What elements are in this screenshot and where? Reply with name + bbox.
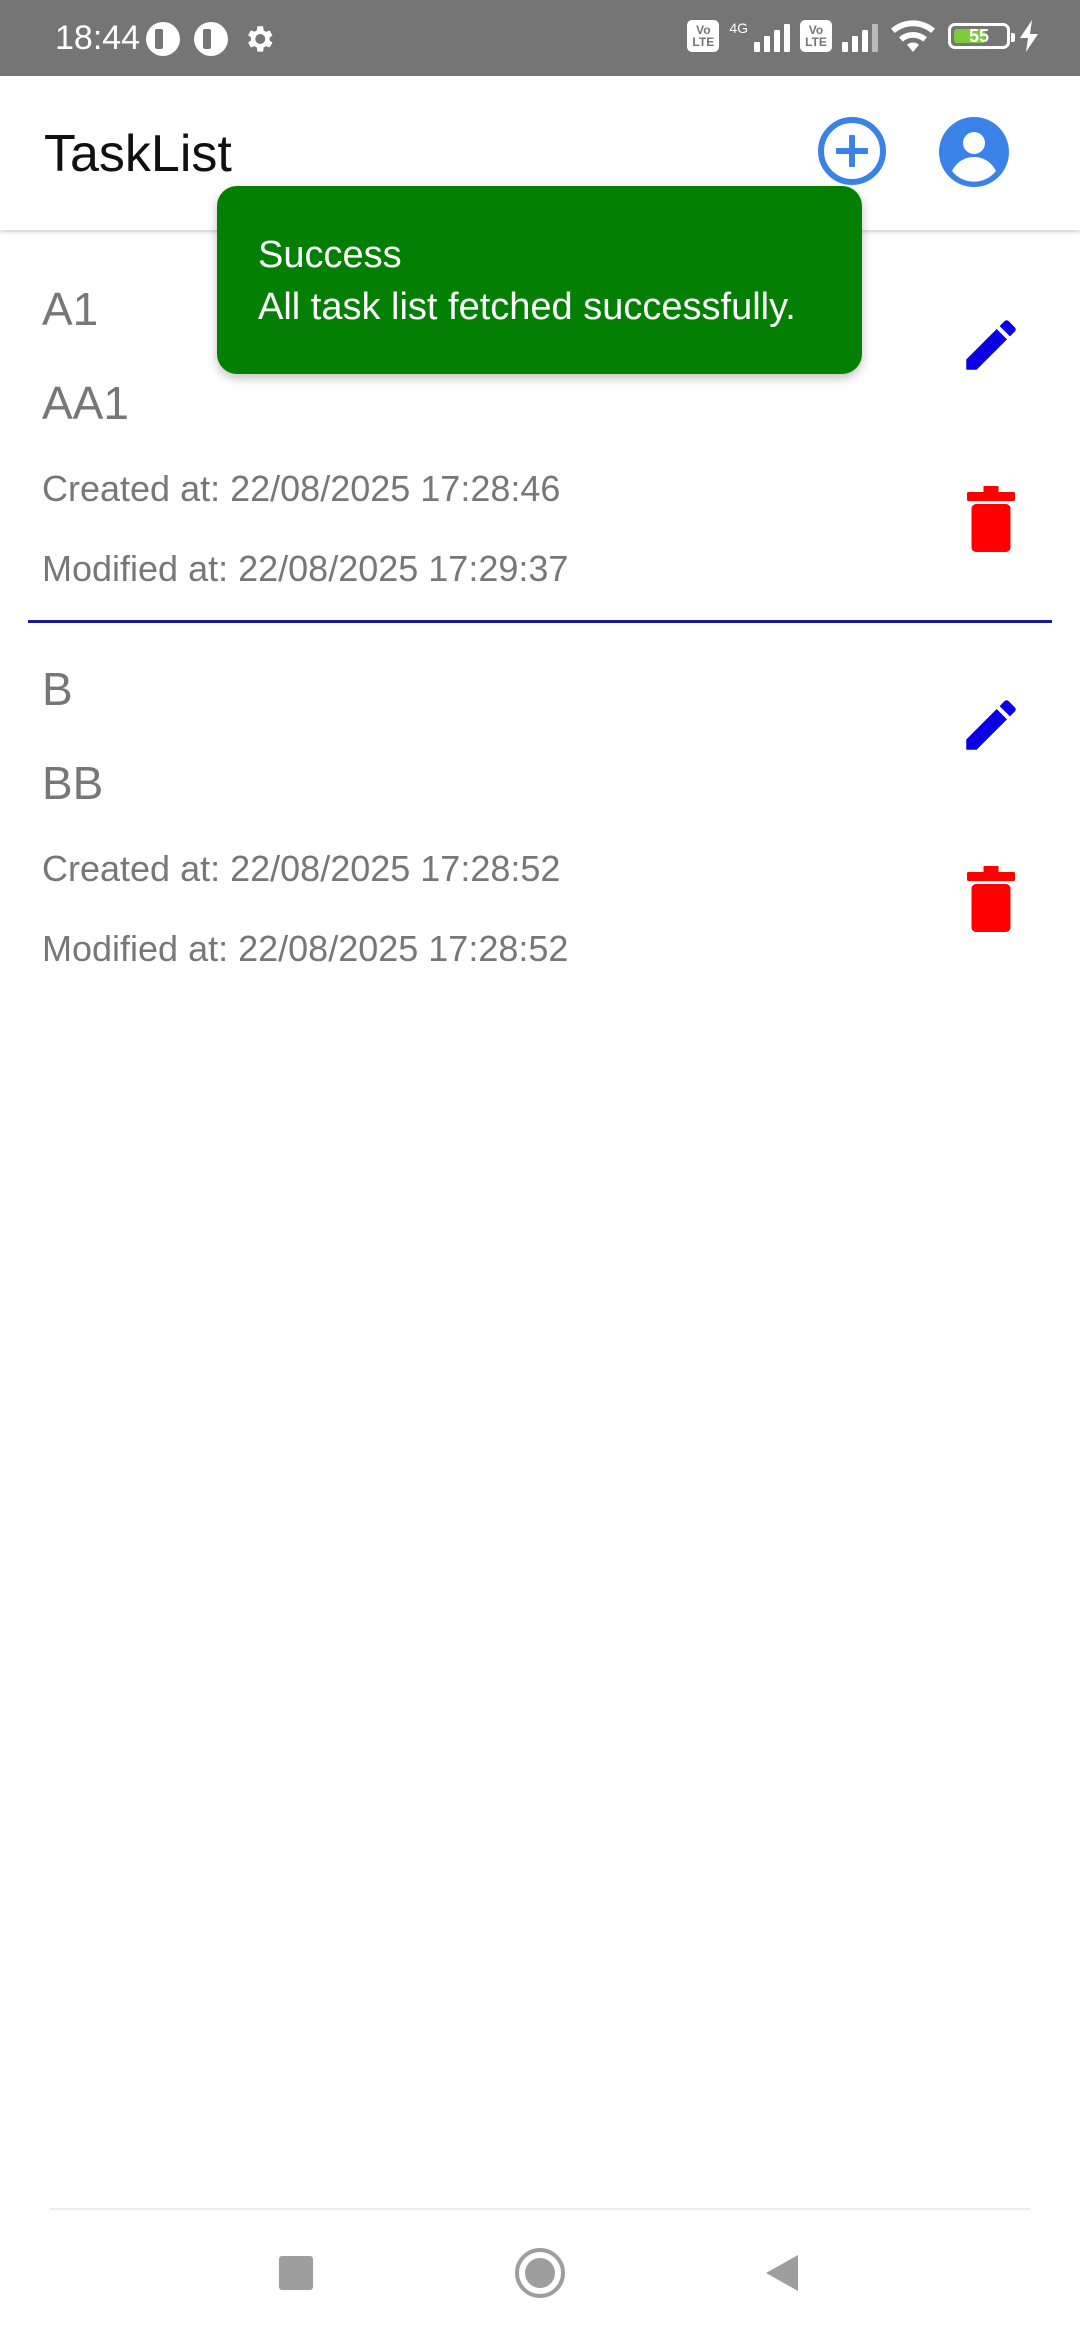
app-notification-icon bbox=[146, 22, 180, 56]
recents-icon[interactable] bbox=[279, 2256, 313, 2290]
volte-icon: Vo LTE bbox=[800, 20, 832, 52]
toast-title: Success bbox=[258, 234, 402, 276]
delete-trash-icon[interactable] bbox=[966, 486, 1016, 552]
battery-cap bbox=[1011, 33, 1015, 42]
task-modified-at: Modified at: 22/08/2025 17:29:37 bbox=[42, 548, 569, 589]
task-created-at: Created at: 22/08/2025 17:28:46 bbox=[42, 468, 561, 509]
add-circle-icon[interactable] bbox=[817, 116, 887, 186]
signal-icon bbox=[754, 20, 790, 52]
signal-icon bbox=[842, 20, 878, 52]
toast-message: All task list fetched successfully. bbox=[258, 286, 796, 328]
list-divider bbox=[28, 620, 1052, 623]
task-created-at: Created at: 22/08/2025 17:28:52 bbox=[42, 848, 561, 889]
task-title: A1 bbox=[42, 283, 99, 335]
account-circle-icon[interactable] bbox=[938, 116, 1010, 188]
edit-pencil-icon[interactable] bbox=[958, 692, 1024, 758]
settings-gear-icon bbox=[248, 26, 273, 52]
volte-icon: Vo LTE bbox=[687, 20, 720, 52]
task-modified-at: Modified at: 22/08/2025 17:28:52 bbox=[42, 928, 569, 969]
battery-icon: 55 bbox=[948, 23, 1015, 49]
status-time: 18:44 bbox=[55, 19, 141, 57]
delete-trash-icon[interactable] bbox=[966, 866, 1016, 932]
charging-icon bbox=[1020, 20, 1038, 52]
app-notification-icon bbox=[194, 22, 228, 56]
task-description: AA1 bbox=[42, 377, 129, 429]
success-toast: Success All task list fetched successful… bbox=[217, 186, 862, 374]
nav-bar-divider bbox=[50, 2208, 1030, 2210]
edit-pencil-icon[interactable] bbox=[958, 312, 1024, 378]
wifi-icon bbox=[891, 20, 935, 52]
status-right-icons: Vo LTE 4G Vo LTE 55 bbox=[687, 18, 1040, 54]
status-left-icons bbox=[146, 22, 276, 56]
page-title: TaskList bbox=[44, 125, 232, 183]
battery-level: 55 bbox=[968, 26, 990, 46]
home-icon[interactable] bbox=[513, 2246, 567, 2300]
back-icon[interactable] bbox=[762, 2253, 802, 2293]
task-description: BB bbox=[42, 757, 104, 809]
network-type: 4G bbox=[729, 20, 748, 36]
task-title: B bbox=[42, 663, 73, 715]
status-bar: 18:44 Vo LTE 4G Vo LTE 55 bbox=[0, 0, 1080, 76]
